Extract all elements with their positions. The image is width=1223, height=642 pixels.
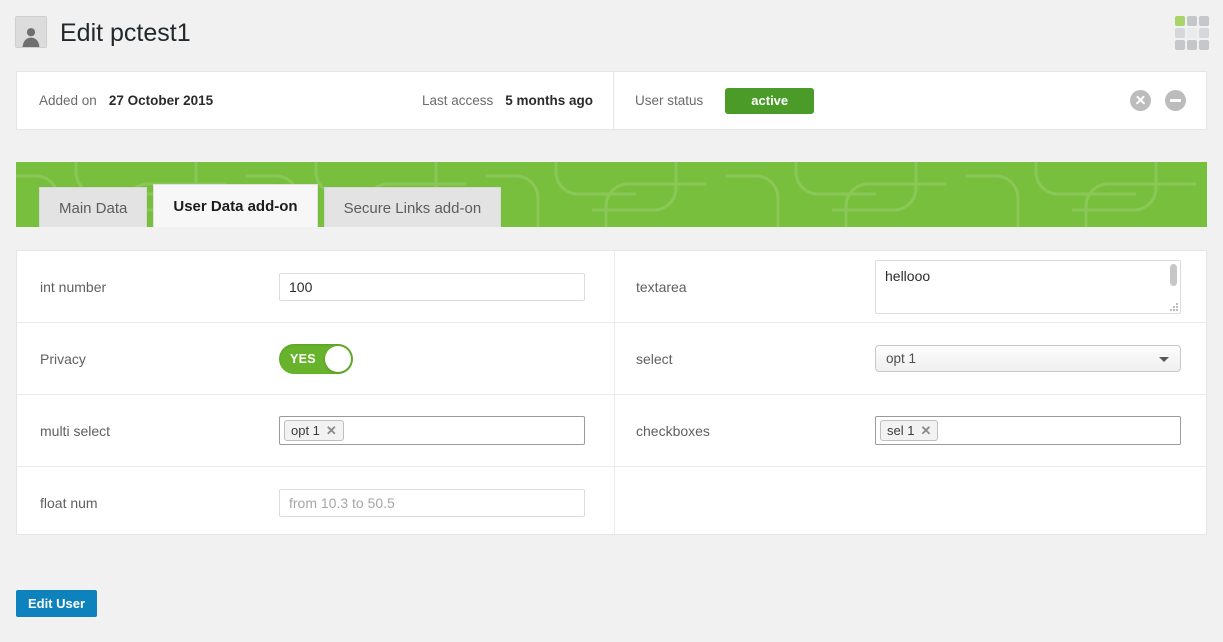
last-access-label: Last access <box>422 93 494 108</box>
field-control-select: opt 1 <box>875 345 1181 372</box>
user-info-bar: Added on 27 October 2015 Last access 5 m… <box>16 71 1207 130</box>
field-label-select: select <box>636 350 673 367</box>
select-value: opt 1 <box>886 351 917 366</box>
float-num-input[interactable] <box>279 489 585 517</box>
added-on-label: Added on <box>39 93 97 108</box>
last-access-group: Last access 5 months ago <box>422 72 593 129</box>
multi-select-tag-label: opt 1 <box>291 423 320 438</box>
apps-grid-icon[interactable] <box>1173 14 1211 52</box>
field-control-textarea <box>875 259 1181 314</box>
info-bar-divider <box>613 72 614 129</box>
user-status-label: User status <box>635 93 704 108</box>
field-label-int-number: int number <box>40 278 107 295</box>
field-control-privacy: YES <box>279 343 353 374</box>
field-row-privacy: Privacy YES <box>17 323 614 395</box>
edit-user-button[interactable]: Edit User <box>16 590 98 617</box>
textarea-input[interactable] <box>875 259 1181 314</box>
checkboxes-tag[interactable]: sel 1 ✕ <box>880 420 939 441</box>
field-row-empty <box>615 467 1208 539</box>
status-badge[interactable]: active <box>725 87 815 114</box>
privacy-toggle-knob <box>325 345 351 372</box>
textarea-resize-grip[interactable] <box>1169 302 1178 311</box>
chevron-down-icon <box>1159 357 1169 362</box>
form-column-left: int number Privacy YES multi select <box>17 251 614 539</box>
field-control-multi-select: opt 1 ✕ <box>279 416 585 445</box>
field-label-textarea: textarea <box>636 278 687 295</box>
added-on-group: Added on 27 October 2015 <box>39 72 213 129</box>
field-row-multi-select: multi select opt 1 ✕ <box>17 395 614 467</box>
field-label-float-num: float num <box>40 495 98 511</box>
textarea-wrapper <box>875 259 1181 314</box>
tab-list: Main Data User Data add-on Secure Links … <box>39 184 507 227</box>
form-panel: int number Privacy YES multi select <box>16 250 1208 535</box>
tab-main-data[interactable]: Main Data <box>39 187 148 227</box>
page-header: Edit pctest1 <box>0 0 1223 64</box>
added-on-value: 27 October 2015 <box>108 93 214 108</box>
last-access-value: 5 months ago <box>505 93 594 108</box>
int-number-input[interactable] <box>279 272 585 301</box>
privacy-toggle[interactable]: YES <box>279 343 353 374</box>
tab-bar: Main Data User Data add-on Secure Links … <box>16 162 1207 227</box>
user-avatar-icon <box>15 16 47 48</box>
field-control-float-num <box>279 489 585 517</box>
tab-secure-links-add-on[interactable]: Secure Links add-on <box>323 187 502 227</box>
form-column-right: textarea select <box>615 251 1208 539</box>
field-row-select: select opt 1 <box>615 323 1208 395</box>
remove-tag-icon[interactable]: ✕ <box>326 424 337 437</box>
privacy-toggle-label: YES <box>290 351 316 366</box>
textarea-scrollbar[interactable] <box>1170 263 1177 286</box>
field-row-float-num: float num <box>17 467 614 539</box>
field-control-checkboxes: sel 1 ✕ <box>875 416 1181 445</box>
field-row-checkboxes: checkboxes sel 1 ✕ <box>615 395 1208 467</box>
checkboxes-tag-label: sel 1 <box>887 423 915 438</box>
field-row-int-number: int number <box>17 251 614 323</box>
field-control-int-number <box>279 272 585 301</box>
remove-tag-icon[interactable]: ✕ <box>920 424 931 437</box>
page-title: Edit pctest1 <box>60 19 191 47</box>
circle-minus-icon[interactable] <box>1165 90 1186 111</box>
select-dropdown[interactable]: opt 1 <box>875 345 1181 372</box>
tab-user-data-add-on[interactable]: User Data add-on <box>153 184 318 227</box>
multi-select-input[interactable]: opt 1 ✕ <box>279 416 585 445</box>
field-label-checkboxes: checkboxes <box>636 422 710 439</box>
checkboxes-input[interactable]: sel 1 ✕ <box>875 416 1181 445</box>
field-label-privacy: Privacy <box>40 350 86 367</box>
page-root: Edit pctest1 Added on 27 October 2015 La… <box>0 0 1223 642</box>
field-label-multi-select: multi select <box>40 422 111 439</box>
field-row-textarea: textarea <box>615 251 1208 323</box>
info-bar-actions <box>1130 90 1186 111</box>
multi-select-tag[interactable]: opt 1 ✕ <box>284 420 344 441</box>
circle-x-icon[interactable] <box>1130 90 1151 111</box>
user-status-group: User status active <box>635 72 815 129</box>
